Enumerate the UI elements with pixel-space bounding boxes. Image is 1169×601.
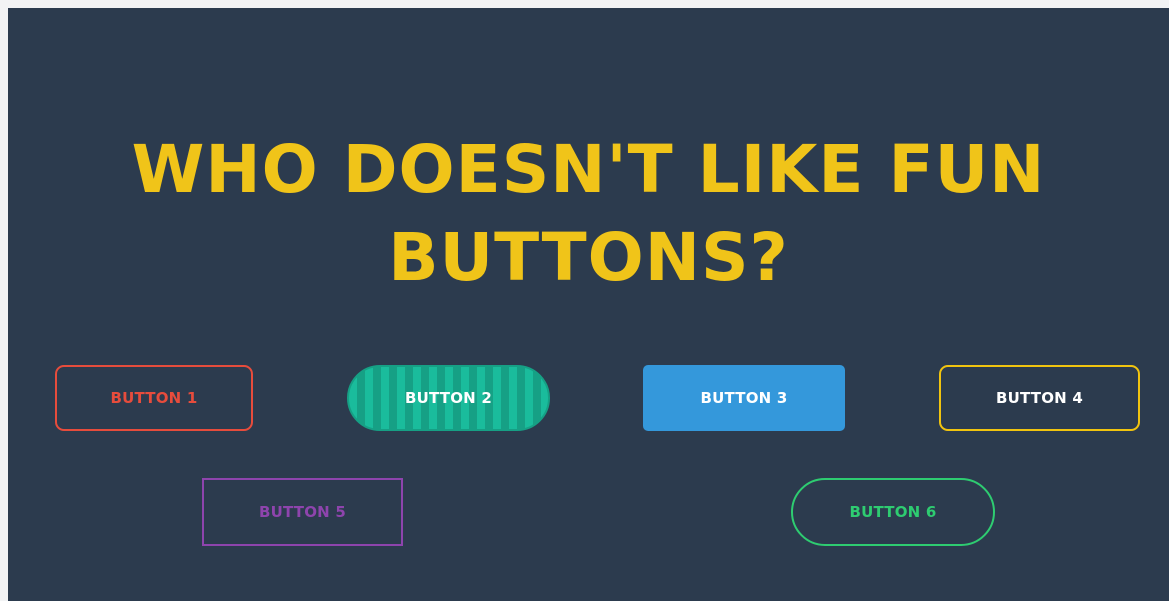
button-3[interactable]: BUTTON 3 [643, 365, 845, 431]
button-1[interactable]: BUTTON 1 [55, 365, 253, 431]
button-2[interactable]: BUTTON 2 [347, 365, 550, 431]
button-6[interactable]: BUTTON 6 [791, 478, 995, 546]
headline-line-1: WHO DOESN'T LIKE FUN [131, 131, 1046, 208]
headline-line-2: BUTTONS? [388, 219, 789, 296]
showcase-panel: WHO DOESN'T LIKE FUN BUTTONS? BUTTON 1 B… [8, 8, 1169, 601]
headline: WHO DOESN'T LIKE FUN BUTTONS? [8, 126, 1169, 302]
button-4[interactable]: BUTTON 4 [939, 365, 1140, 431]
button-5[interactable]: BUTTON 5 [202, 478, 403, 546]
